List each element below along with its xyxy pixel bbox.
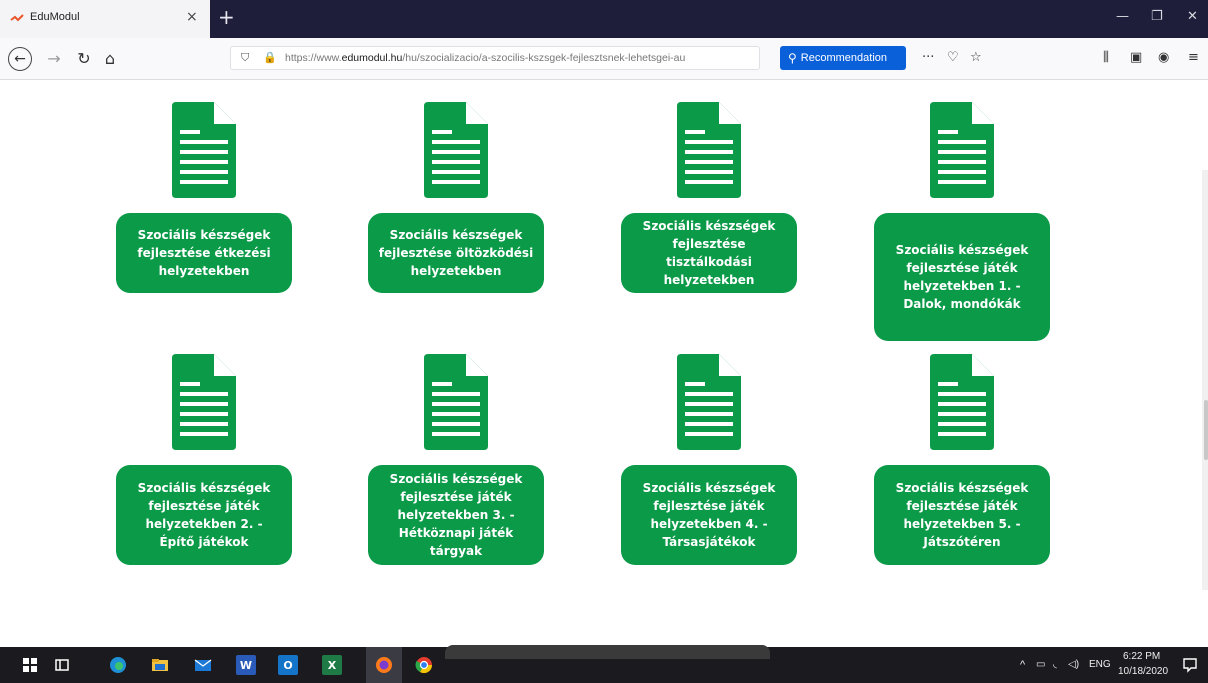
module-card-button[interactable]: Szociális készségek fejlesztése játék he…: [874, 465, 1050, 565]
minimize-icon[interactable]: —: [1116, 9, 1129, 24]
module-card-button[interactable]: Szociális készségek fejlesztése játék he…: [116, 465, 292, 565]
file-explorer-icon[interactable]: [150, 655, 170, 675]
url-prefix: https://www.: [285, 52, 342, 64]
library-icon[interactable]: ⫼: [1103, 50, 1109, 65]
tab-close-icon[interactable]: ×: [186, 9, 198, 25]
clock-time[interactable]: 6:22 PM: [1123, 651, 1160, 662]
module-card-button[interactable]: Szociális készségek fejlesztése étkezési…: [116, 213, 292, 293]
browser-titlebar: EduModul × + — ❐ ✕: [0, 0, 1208, 38]
document-icon: [930, 354, 994, 450]
back-icon[interactable]: ←: [8, 47, 32, 71]
url-host: edumodul.hu: [341, 52, 403, 64]
url-bar[interactable]: ⛉ 🔒 https://www.edumodul.hu/hu/szocializ…: [230, 46, 760, 70]
forward-icon[interactable]: →: [42, 46, 66, 70]
menu-icon[interactable]: ≡: [1188, 50, 1199, 65]
recommendation-button[interactable]: ⚲ Recommendation: [780, 46, 906, 70]
word-icon[interactable]: W: [236, 655, 256, 675]
page-scrollbar-thumb[interactable]: [1204, 400, 1208, 460]
url-path: /hu/szocializacio/a-szocilis-kszsgek-fej…: [402, 52, 686, 64]
module-card-button[interactable]: Szociális készségek fejlesztése öltözköd…: [368, 213, 544, 293]
page-content: Szociális készségek fejlesztése étkezési…: [0, 80, 1208, 647]
page-bottom-bar: [445, 645, 770, 659]
star-icon[interactable]: ☆: [970, 50, 982, 65]
document-icon: [677, 102, 741, 198]
chrome-icon[interactable]: [414, 655, 434, 675]
document-icon: [424, 102, 488, 198]
url-text[interactable]: https://www.edumodul.hu/hu/szocializacio…: [285, 52, 753, 64]
module-card-button[interactable]: Szociális készségek fejlesztése játék he…: [368, 465, 544, 565]
module-card-button[interactable]: Szociális készségek fejlesztése játék he…: [874, 213, 1050, 341]
account-icon[interactable]: ◉: [1158, 50, 1169, 65]
edge-icon[interactable]: [108, 655, 128, 675]
document-icon: [172, 102, 236, 198]
mail-icon[interactable]: [193, 655, 213, 675]
battery-icon[interactable]: ▭: [1036, 659, 1045, 670]
document-icon: [677, 354, 741, 450]
notifications-icon[interactable]: [1180, 655, 1200, 675]
language-indicator[interactable]: ENG: [1089, 659, 1111, 670]
document-icon: [930, 102, 994, 198]
edumodul-favicon-icon: [10, 14, 24, 22]
new-tab-button[interactable]: +: [218, 5, 235, 29]
excel-icon[interactable]: X: [322, 655, 342, 675]
shield-icon[interactable]: ⛉: [241, 51, 249, 65]
home-icon[interactable]: ⌂: [98, 46, 122, 70]
browser-tab-edumodul[interactable]: EduModul ×: [0, 0, 210, 38]
more-actions-icon[interactable]: ···: [922, 50, 934, 65]
page-scrollbar-track[interactable]: [1202, 170, 1208, 590]
module-card-button[interactable]: Szociális készségek fejlesztése tisztálk…: [621, 213, 797, 293]
outlook-icon[interactable]: O: [278, 655, 298, 675]
recommendation-label: Recommendation: [800, 52, 888, 64]
document-icon: [172, 354, 236, 450]
location-pin-icon: ⚲: [788, 51, 797, 65]
navigation-toolbar: ← → ↻ ⌂ ⛉ 🔒 https://www.edumodul.hu/hu/s…: [0, 38, 1208, 80]
lock-icon[interactable]: 🔒: [263, 51, 277, 64]
reload-icon[interactable]: ↻: [72, 46, 96, 70]
document-icon: [424, 354, 488, 450]
task-view-icon[interactable]: [52, 655, 72, 675]
clock-date[interactable]: 10/18/2020: [1118, 666, 1168, 677]
volume-icon[interactable]: ◁): [1068, 659, 1079, 670]
tray-chevron-icon[interactable]: ^: [1020, 659, 1025, 671]
module-card-button[interactable]: Szociális készségek fejlesztése játék he…: [621, 465, 797, 565]
wifi-icon[interactable]: ◟: [1053, 659, 1057, 670]
pocket-icon[interactable]: ♡: [947, 50, 959, 65]
firefox-icon[interactable]: [374, 655, 394, 675]
close-window-icon[interactable]: ✕: [1187, 9, 1198, 24]
windows-start-icon[interactable]: [20, 655, 40, 675]
restore-icon[interactable]: ❐: [1151, 9, 1163, 24]
sidebar-icon[interactable]: ▣: [1130, 50, 1142, 65]
tab-title: EduModul: [30, 11, 80, 23]
